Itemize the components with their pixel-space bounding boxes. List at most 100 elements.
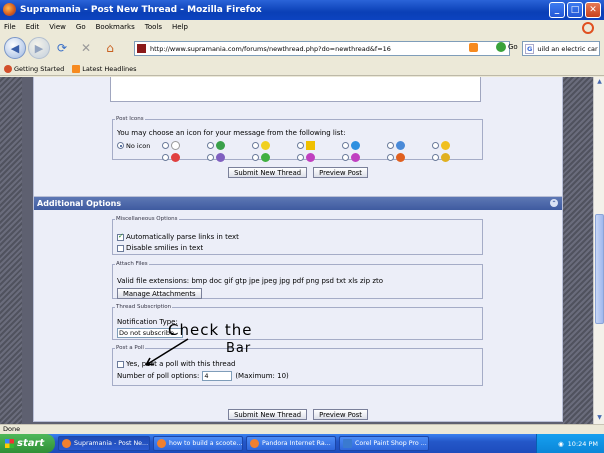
icon-option[interactable] xyxy=(387,153,432,162)
icon-row-2 xyxy=(117,153,477,162)
preview-post-button[interactable]: Preview Post xyxy=(313,409,368,420)
paintshop-icon xyxy=(343,439,352,448)
icon-option[interactable] xyxy=(252,141,297,150)
thumbs-up-icon xyxy=(441,153,450,162)
bookmark-getting-started[interactable]: Getting Started xyxy=(4,64,65,73)
post-poll-checkbox[interactable] xyxy=(117,360,124,368)
message-textarea[interactable] xyxy=(110,77,481,102)
icon-option[interactable] xyxy=(432,141,477,150)
radio-icon[interactable] xyxy=(297,142,304,149)
task-supramania[interactable]: Supramania - Post Ne... xyxy=(58,436,150,451)
bookmark-latest-headlines[interactable]: Latest Headlines xyxy=(72,64,137,73)
icon-option[interactable] xyxy=(387,141,432,150)
task-paintshop[interactable]: Corel Paint Shop Pro ... xyxy=(339,436,429,451)
icon-option[interactable] xyxy=(207,153,252,162)
radio-icon[interactable] xyxy=(387,142,394,149)
annotation-arrow xyxy=(145,338,189,366)
bookmark-label: Getting Started xyxy=(14,64,65,73)
reload-icon[interactable]: ⟳ xyxy=(52,38,72,58)
submit-thread-button[interactable]: Submit New Thread xyxy=(228,167,308,178)
icon-option[interactable] xyxy=(162,153,207,162)
menu-file[interactable]: File xyxy=(4,23,16,31)
radio-icon[interactable] xyxy=(207,142,214,149)
icon-option-none[interactable]: No icon xyxy=(117,142,162,150)
icon-option[interactable] xyxy=(207,141,252,150)
menu-bookmarks[interactable]: Bookmarks xyxy=(96,23,135,31)
status-bar: Done xyxy=(0,424,604,434)
go-button[interactable]: Go xyxy=(496,42,518,52)
network-icon[interactable]: ◉ xyxy=(558,440,564,448)
collapse-icon[interactable]: ⌃ xyxy=(550,199,558,207)
url-bar[interactable]: http://www.supramania.com/forums/newthre… xyxy=(134,41,510,56)
maximize-button[interactable]: □ xyxy=(567,2,583,18)
radio-no-icon[interactable] xyxy=(117,142,124,149)
radio-icon[interactable] xyxy=(207,154,214,161)
radio-icon[interactable] xyxy=(342,142,349,149)
radio-icon[interactable] xyxy=(252,154,259,161)
icon-option[interactable] xyxy=(297,141,342,150)
site-favicon-icon xyxy=(137,44,146,53)
search-value: uild an electric car xyxy=(537,44,598,53)
menu-bar: File Edit View Go Bookmarks Tools Help xyxy=(0,20,604,34)
icon-option[interactable] xyxy=(297,153,342,162)
icon-option[interactable] xyxy=(162,141,207,150)
go-icon xyxy=(496,42,506,52)
task-pandora[interactable]: Pandora Internet Ra... xyxy=(246,436,336,451)
task-label: how to build a scoote... xyxy=(169,440,243,447)
icon-option[interactable] xyxy=(252,153,297,162)
scroll-up-icon[interactable]: ▲ xyxy=(595,78,604,87)
submit-thread-button[interactable]: Submit New Thread xyxy=(228,409,308,420)
page-icon xyxy=(171,141,180,150)
scrollbar-thumb[interactable] xyxy=(595,214,604,324)
manage-attachments-button[interactable]: Manage Attachments xyxy=(117,288,202,299)
parse-links-row[interactable]: Automatically parse links in text xyxy=(117,232,239,241)
google-icon: G xyxy=(525,43,535,54)
scroll-down-icon[interactable]: ▼ xyxy=(595,414,604,423)
disable-smilies-row[interactable]: Disable smilies in text xyxy=(117,244,203,252)
parse-links-checkbox[interactable] xyxy=(117,232,124,241)
search-input[interactable]: Guild an electric car xyxy=(522,41,600,56)
preview-post-button[interactable]: Preview Post xyxy=(313,167,368,178)
task-scooter[interactable]: how to build a scoote... xyxy=(153,436,243,451)
radio-icon[interactable] xyxy=(297,154,304,161)
page-scrollbar[interactable]: ▲ ▼ xyxy=(593,77,604,424)
home-icon[interactable]: ⌂ xyxy=(100,38,120,58)
close-button[interactable]: ✕ xyxy=(585,2,601,18)
icon-option[interactable] xyxy=(342,141,387,150)
icon-option[interactable] xyxy=(342,153,387,162)
question-icon xyxy=(351,141,360,150)
radio-icon[interactable] xyxy=(342,154,349,161)
radio-icon[interactable] xyxy=(252,142,259,149)
stop-icon[interactable]: ✕ xyxy=(76,38,96,58)
poll-options-input[interactable]: 4 xyxy=(202,371,233,381)
window-title: Supramania - Post New Thread - Mozilla F… xyxy=(20,5,262,15)
additional-options-header[interactable]: Additional Options ⌃ xyxy=(34,197,562,210)
radio-icon[interactable] xyxy=(387,154,394,161)
radio-icon[interactable] xyxy=(432,142,439,149)
menu-help[interactable]: Help xyxy=(172,23,188,31)
radio-icon[interactable] xyxy=(162,154,169,161)
menu-go[interactable]: Go xyxy=(76,23,86,31)
disable-smilies-checkbox[interactable] xyxy=(117,244,124,252)
forward-icon[interactable]: ▶ xyxy=(28,37,50,59)
minimize-button[interactable]: _ xyxy=(549,2,565,18)
button-row-top: Submit New Thread Preview Post xyxy=(34,167,562,178)
menu-tools[interactable]: Tools xyxy=(145,23,162,31)
taskbar: start Supramania - Post Ne... how to bui… xyxy=(0,434,604,453)
clock: 10:24 PM xyxy=(567,439,598,448)
radio-icon[interactable] xyxy=(432,154,439,161)
back-icon[interactable]: ◀ xyxy=(4,37,26,59)
menu-edit[interactable]: Edit xyxy=(26,23,40,31)
arrow-icon xyxy=(216,141,225,150)
icon-option[interactable] xyxy=(432,153,477,162)
smiley-icon xyxy=(441,141,450,150)
menu-view[interactable]: View xyxy=(49,23,66,31)
windows-logo-icon xyxy=(5,439,14,448)
tongue-smiley-icon xyxy=(351,153,360,162)
window-title-bar: Supramania - Post New Thread - Mozilla F… xyxy=(0,0,604,20)
start-button[interactable]: start xyxy=(0,434,55,453)
embarrassed-smiley-icon xyxy=(306,153,315,162)
radio-icon[interactable] xyxy=(162,142,169,149)
rss-feed-icon[interactable] xyxy=(469,43,478,52)
task-label: Pandora Internet Ra... xyxy=(262,440,331,447)
